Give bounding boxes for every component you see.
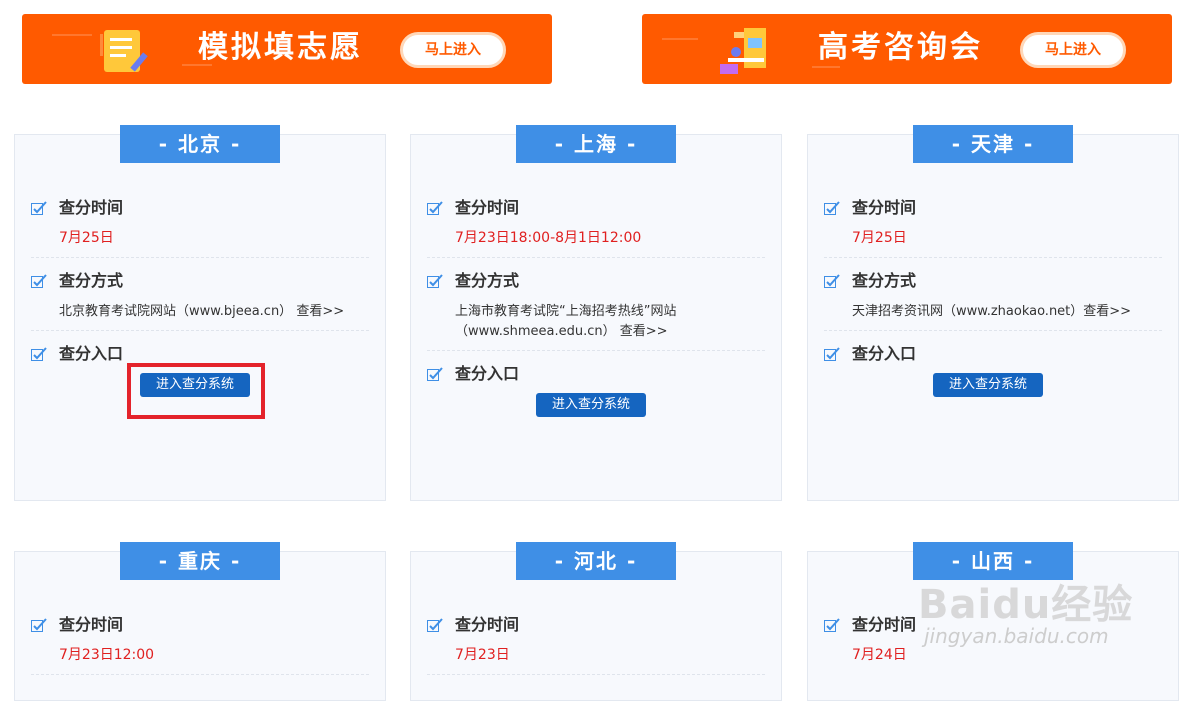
- region-card-chongqing: - 重庆 - 查分时间 7月23日12:00: [14, 542, 386, 701]
- checkbox-check-icon: [31, 618, 47, 632]
- checkbox-check-icon: [824, 274, 840, 288]
- enter-now-button[interactable]: 马上进入: [1020, 32, 1126, 68]
- region-title: - 上海 -: [516, 125, 676, 163]
- query-time-value: 7月23日: [455, 647, 510, 663]
- query-method-label: 查分方式: [852, 271, 917, 290]
- region-title: - 天津 -: [913, 125, 1073, 163]
- query-time-label: 查分时间: [455, 198, 520, 217]
- region-card-hebei: - 河北 - 查分时间 7月23日: [410, 542, 782, 701]
- query-entry-label: 查分入口: [852, 344, 917, 363]
- query-time-value: 7月25日: [852, 230, 907, 246]
- checkbox-check-icon: [824, 201, 840, 215]
- region-title: - 重庆 -: [120, 542, 280, 580]
- query-time-label: 查分时间: [455, 615, 520, 634]
- region-title: - 北京 -: [120, 125, 280, 163]
- query-method-link[interactable]: 北京教育考试院网站（www.bjeea.cn） 查看>>: [59, 302, 369, 322]
- query-time-label: 查分时间: [59, 198, 124, 217]
- region-card-shanghai: - 上海 - 查分时间 7月23日18:00-8月1日12:00 查分方式 上海…: [410, 125, 782, 501]
- divider: [31, 257, 369, 258]
- query-method-label: 查分方式: [59, 271, 124, 290]
- checkbox-check-icon: [31, 274, 47, 288]
- checkbox-check-icon: [427, 367, 443, 381]
- checkbox-check-icon: [824, 618, 840, 632]
- watermark-url: jingyan.baidu.com: [924, 624, 1109, 648]
- query-method-text: 上海市教育考试院“上海招考热线”网站: [455, 304, 677, 319]
- checkbox-check-icon: [427, 201, 443, 215]
- query-method-label: 查分方式: [455, 271, 520, 290]
- divider: [427, 350, 765, 351]
- query-time-label: 查分时间: [852, 615, 917, 634]
- notepad-pen-icon: [100, 30, 148, 72]
- banner-title: 高考咨询会: [818, 30, 983, 65]
- divider: [31, 674, 369, 675]
- query-method-link[interactable]: 天津招考资讯网（www.zhaokao.net）查看>>: [852, 302, 1162, 322]
- region-card-tianjin: - 天津 - 查分时间 7月25日 查分方式 天津招考资讯网（www.zhaok…: [807, 125, 1179, 501]
- region-title: - 河北 -: [516, 542, 676, 580]
- divider: [427, 257, 765, 258]
- query-time-label: 查分时间: [59, 615, 124, 634]
- watermark-logo: Baidu经验: [918, 582, 1134, 628]
- checkbox-check-icon: [31, 201, 47, 215]
- banner-consultation[interactable]: 高考咨询会 马上进入: [642, 14, 1172, 84]
- enter-query-system-button[interactable]: 进入查分系统: [933, 373, 1043, 397]
- query-time-value: 7月23日12:00: [59, 647, 155, 663]
- checkbox-check-icon: [427, 274, 443, 288]
- query-time-value: 7月25日: [59, 230, 114, 246]
- divider: [427, 674, 765, 675]
- checkbox-check-icon: [31, 347, 47, 361]
- query-time-value: 7月23日18:00-8月1日12:00: [455, 230, 642, 246]
- query-time-value: 7月24日: [852, 647, 907, 663]
- divider: [824, 257, 1162, 258]
- baidu-jingyan-watermark: Baidu经验 jingyan.baidu.com: [918, 572, 1148, 662]
- query-entry-label: 查分入口: [455, 364, 520, 383]
- enter-query-system-button[interactable]: 进入查分系统: [140, 373, 250, 397]
- query-time-label: 查分时间: [852, 198, 917, 217]
- divider: [824, 330, 1162, 331]
- enter-now-button[interactable]: 马上进入: [400, 32, 506, 68]
- checkbox-check-icon: [824, 347, 840, 361]
- query-method-link[interactable]: （www.shmeea.edu.cn） 查看>>: [455, 322, 765, 342]
- checkbox-check-icon: [427, 618, 443, 632]
- consultation-desk-icon: [720, 28, 766, 74]
- query-entry-label: 查分入口: [59, 344, 124, 363]
- enter-query-system-button[interactable]: 进入查分系统: [536, 393, 646, 417]
- banner-title: 模拟填志愿: [198, 30, 363, 65]
- region-card-beijing: - 北京 - 查分时间 7月25日 查分方式 北京教育考试院网站（www.bje…: [14, 125, 386, 501]
- divider: [31, 330, 369, 331]
- banner-mock-application[interactable]: 模拟填志愿 马上进入: [22, 14, 552, 84]
